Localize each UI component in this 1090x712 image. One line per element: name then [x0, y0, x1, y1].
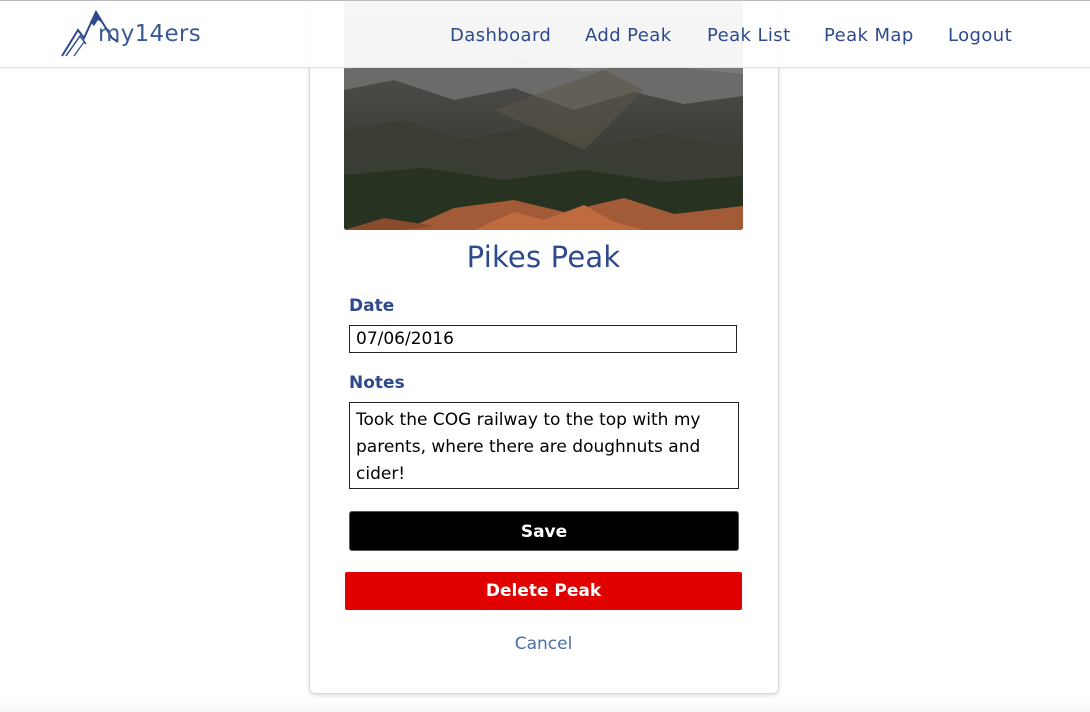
date-field[interactable]: 07/06/2016	[349, 325, 737, 353]
save-button[interactable]: Save	[349, 511, 739, 551]
nav-dashboard[interactable]: Dashboard	[450, 25, 551, 46]
nav-logout[interactable]: Logout	[948, 25, 1012, 46]
nav-peak-list[interactable]: Peak List	[707, 25, 791, 46]
notes-field[interactable]: Took the COG railway to the top with my …	[349, 402, 739, 489]
nav-peak-map[interactable]: Peak Map	[824, 25, 914, 46]
logo-text: my14ers	[98, 21, 201, 47]
notes-label: Notes	[349, 373, 405, 393]
date-label: Date	[349, 296, 395, 316]
bottom-shadow	[0, 700, 1090, 712]
top-navbar: my14ers Dashboard Add Peak Peak List Pea…	[0, 0, 1090, 68]
nav-add-peak[interactable]: Add Peak	[585, 25, 672, 46]
cancel-link[interactable]: Cancel	[344, 634, 743, 654]
page: Pikes Peak Date 07/06/2016 Notes Took th…	[0, 0, 1090, 712]
peak-title: Pikes Peak	[466, 240, 621, 274]
delete-peak-button[interactable]: Delete Peak	[345, 572, 742, 610]
